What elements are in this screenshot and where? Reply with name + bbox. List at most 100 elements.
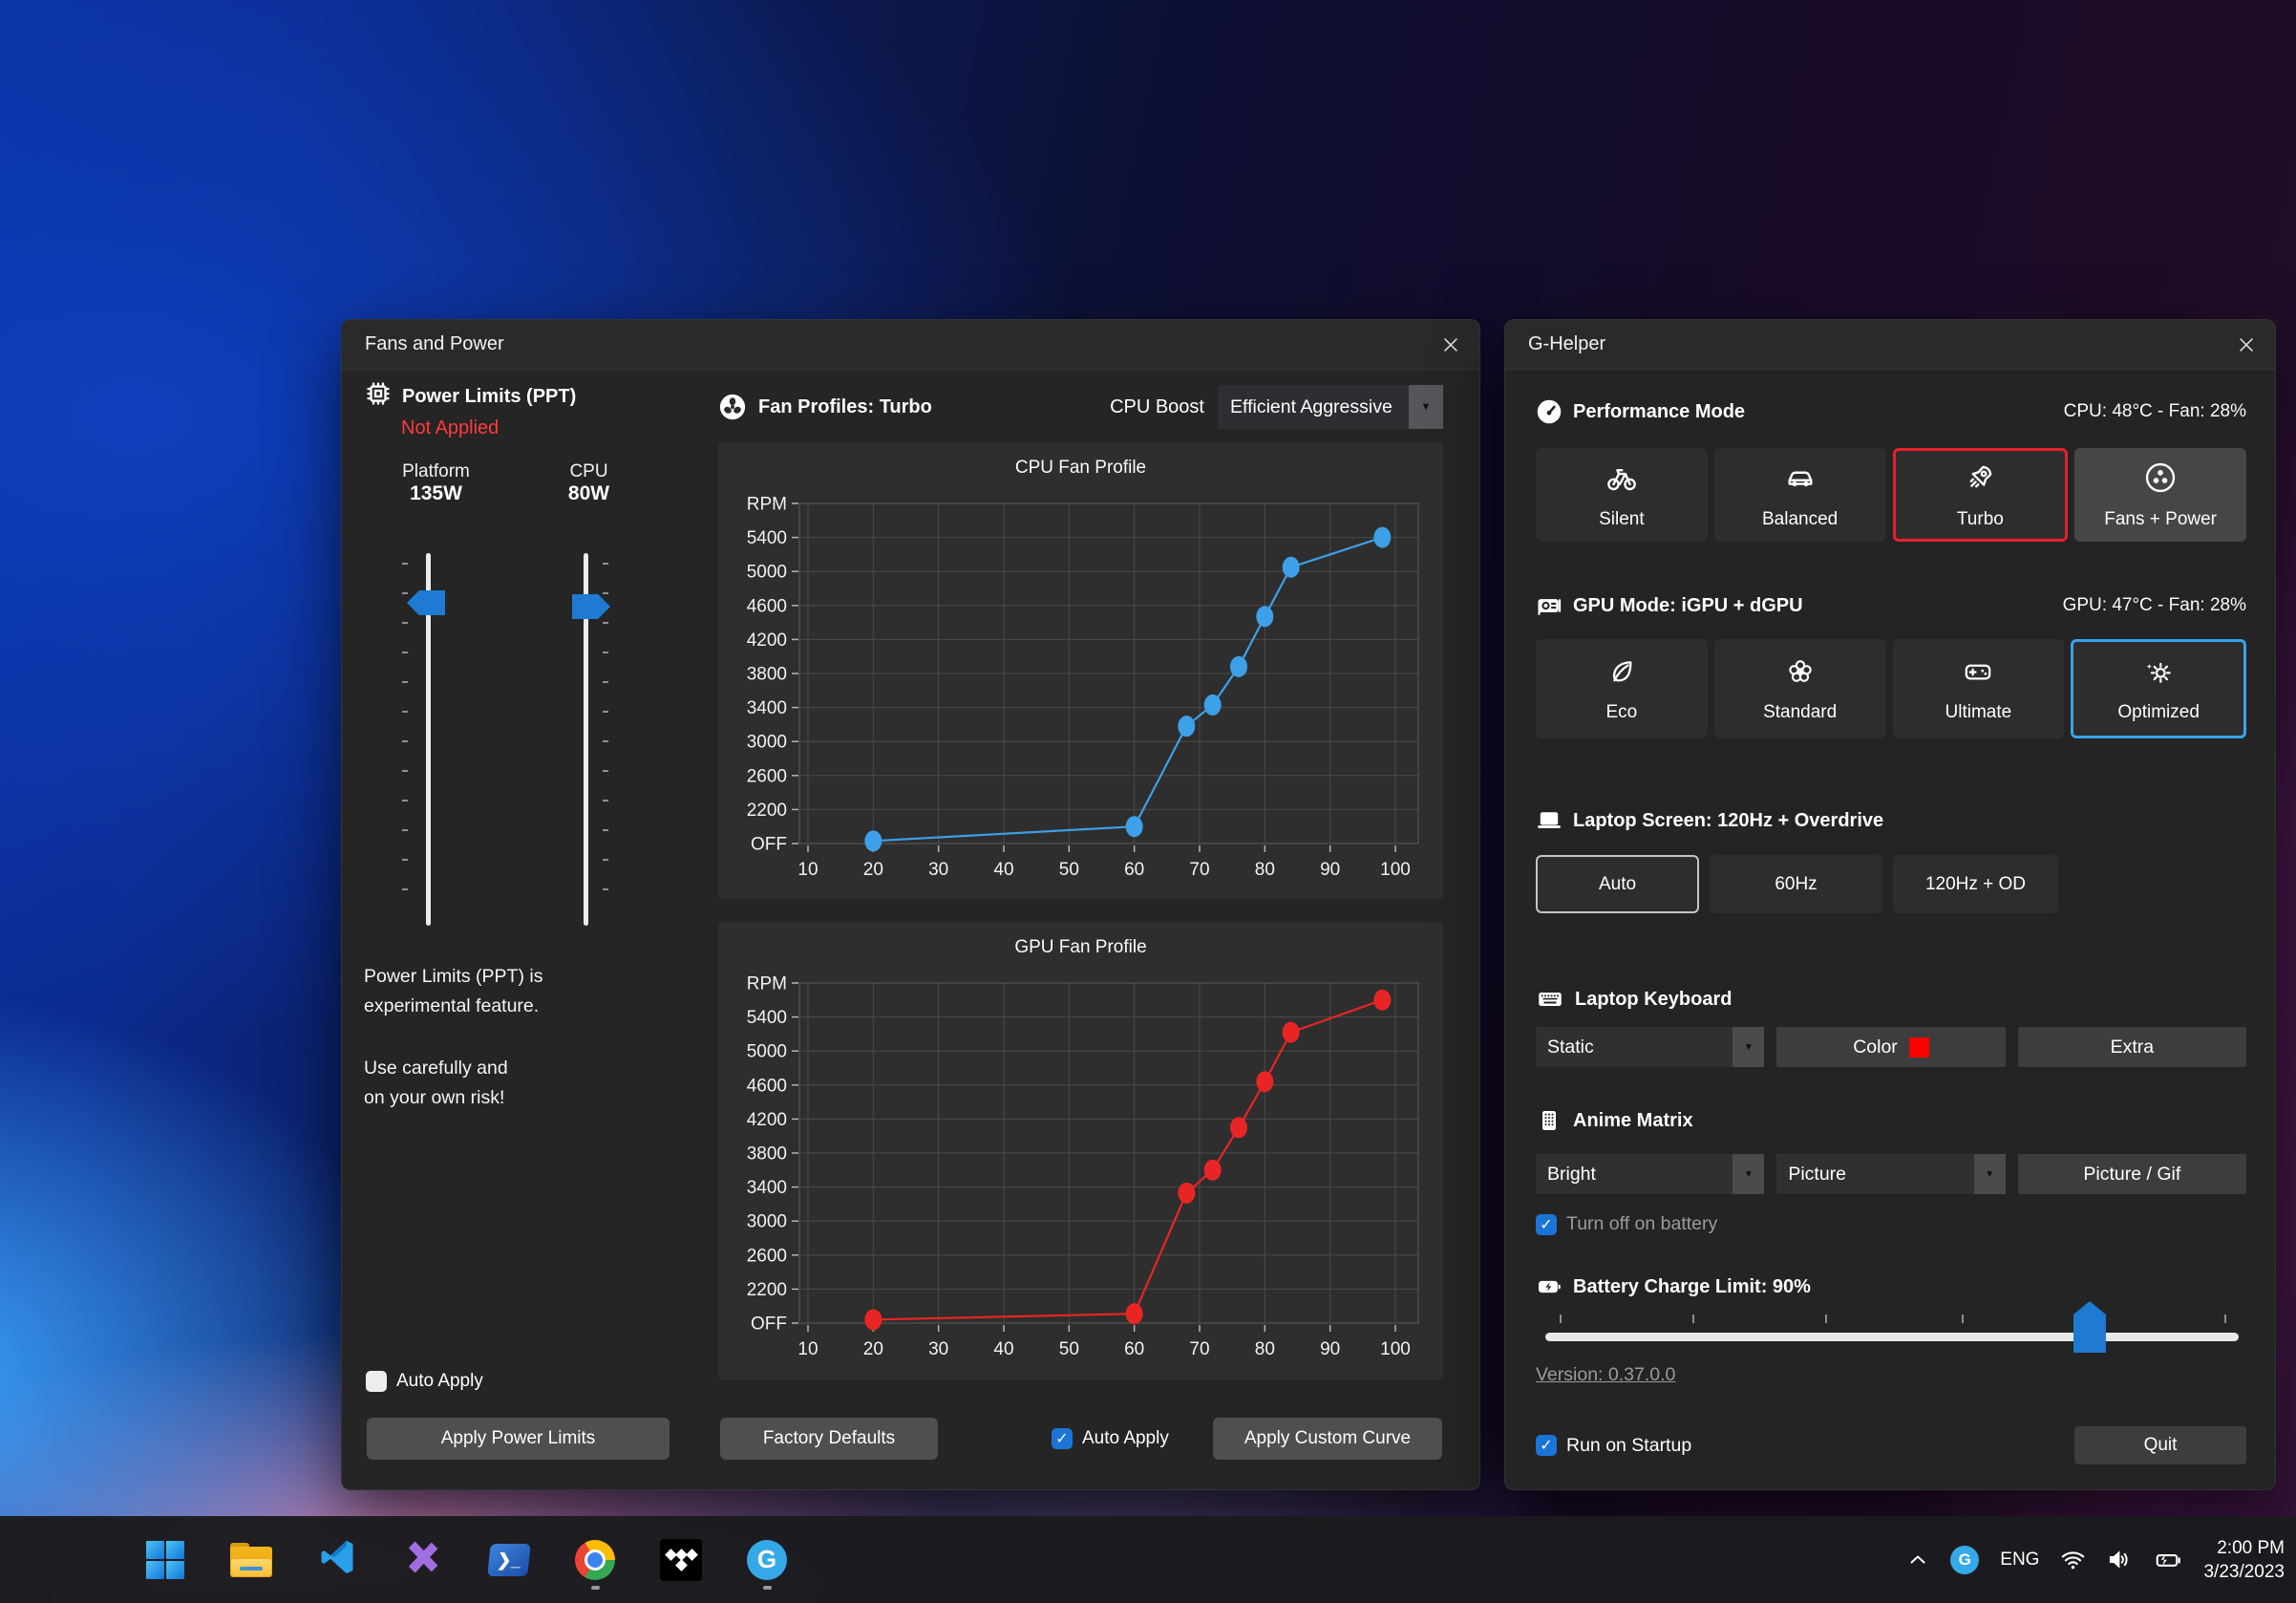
- svg-text:2600: 2600: [747, 1246, 787, 1266]
- svg-text:50: 50: [1059, 860, 1079, 880]
- fan-icon: [718, 393, 747, 421]
- battery-slider-track[interactable]: [1545, 1333, 2239, 1341]
- quit-button[interactable]: Quit: [2074, 1426, 2246, 1464]
- laptop-icon: [1536, 807, 1563, 834]
- vscode-button[interactable]: [316, 1532, 358, 1588]
- balanced-mode-button[interactable]: Balanced: [1714, 448, 1886, 542]
- anime-matrix-header: Anime Matrix: [1536, 1107, 2246, 1134]
- svg-text:4600: 4600: [747, 596, 787, 616]
- keyboard-mode-select[interactable]: Static ▼: [1536, 1027, 1764, 1067]
- run-on-startup-checkbox[interactable]: [1536, 1435, 1557, 1456]
- ultimate-mode-button[interactable]: Ultimate: [1893, 639, 2065, 738]
- platform-slider-ticks: [402, 563, 408, 918]
- battery-charging-icon[interactable]: [2154, 1546, 2182, 1574]
- fans-and-power-window: Fans and Power Power Limits (PPT) Not Ap…: [341, 319, 1480, 1490]
- keyboard-extra-button[interactable]: Extra: [2018, 1027, 2246, 1067]
- gpu-mode-title: GPU Mode: iGPU + dGPU: [1573, 595, 1803, 617]
- power-auto-apply-label: Auto Apply: [396, 1371, 483, 1392]
- close-icon[interactable]: [2227, 327, 2265, 363]
- optimized-mode-button[interactable]: Optimized: [2071, 639, 2246, 738]
- chrome-button[interactable]: [574, 1532, 616, 1588]
- svg-text:100: 100: [1380, 860, 1411, 880]
- volume-icon[interactable]: [2107, 1547, 2133, 1572]
- matrix-mode-select[interactable]: Picture ▼: [1776, 1154, 2005, 1194]
- start-button[interactable]: [144, 1532, 186, 1588]
- cpu-slider-ticks: [603, 563, 608, 918]
- chevron-down-icon[interactable]: ▼: [1733, 1154, 1764, 1194]
- power-limits-header: Power Limits (PPT): [364, 379, 576, 414]
- tidal-button[interactable]: [660, 1532, 702, 1588]
- ghelper-taskbar-button[interactable]: G: [746, 1532, 788, 1588]
- fans-power-button[interactable]: Fans + Power: [2074, 448, 2246, 542]
- svg-text:60: 60: [1124, 860, 1144, 880]
- chevron-down-icon[interactable]: ▼: [1409, 385, 1443, 429]
- slider-tick: [1962, 1314, 1964, 1323]
- svg-text:10: 10: [797, 1339, 818, 1359]
- turbo-mode-button[interactable]: Turbo: [1893, 448, 2069, 542]
- battery-charge-title: Battery Charge Limit: 90%: [1573, 1276, 1811, 1298]
- keyboard-color-button[interactable]: Color: [1776, 1027, 2005, 1067]
- gpu-fan-curve-chart[interactable]: OFF220026003000340038004200460050005400R…: [718, 922, 1443, 1379]
- svg-text:20: 20: [863, 860, 883, 880]
- screen-120hz-od-button[interactable]: 120Hz + OD: [1893, 855, 2058, 913]
- visual-studio-icon: [403, 1537, 443, 1582]
- chip-icon: [364, 379, 393, 414]
- standard-mode-button[interactable]: Standard: [1714, 639, 1886, 738]
- close-icon[interactable]: [1432, 327, 1470, 363]
- chevron-down-icon[interactable]: ▼: [1733, 1027, 1764, 1067]
- anime-matrix-title: Anime Matrix: [1573, 1110, 1693, 1132]
- fans-window-title: Fans and Power: [365, 333, 504, 355]
- version-link[interactable]: Version: 0.37.0.0: [1536, 1364, 1675, 1385]
- eco-mode-button[interactable]: Eco: [1536, 639, 1708, 738]
- ghelper-tray-icon[interactable]: G: [1950, 1546, 1979, 1574]
- turn-off-on-battery-checkbox[interactable]: [1536, 1214, 1557, 1235]
- laptop-keyboard-header: Laptop Keyboard: [1536, 985, 2246, 1014]
- screen-60hz-button[interactable]: 60Hz: [1710, 855, 1882, 913]
- matrix-brightness-value: Bright: [1536, 1164, 1733, 1186]
- battery-slider-thumb[interactable]: [2073, 1301, 2106, 1353]
- svg-text:4200: 4200: [747, 631, 787, 651]
- svg-text:5000: 5000: [747, 563, 787, 583]
- vscode-icon: [317, 1537, 357, 1582]
- svg-text:2200: 2200: [747, 801, 787, 821]
- platform-slider-thumb[interactable]: [407, 590, 445, 615]
- factory-defaults-button[interactable]: Factory Defaults: [720, 1418, 938, 1460]
- language-indicator[interactable]: ENG: [2000, 1550, 2039, 1571]
- cpu-value: 80W: [539, 482, 639, 505]
- tray-time: 2:00 PM: [2203, 1536, 2285, 1560]
- apply-power-limits-button[interactable]: Apply Power Limits: [367, 1418, 670, 1460]
- performance-mode-title: Performance Mode: [1573, 401, 1745, 423]
- svg-text:2200: 2200: [747, 1280, 787, 1300]
- file-explorer-button[interactable]: [230, 1532, 272, 1588]
- chevron-up-icon[interactable]: [1906, 1549, 1929, 1571]
- fans-window-titlebar[interactable]: Fans and Power: [342, 320, 1479, 370]
- matrix-brightness-select[interactable]: Bright ▼: [1536, 1154, 1764, 1194]
- cpu-boost-label: CPU Boost: [1110, 396, 1204, 418]
- visual-studio-button[interactable]: [402, 1532, 444, 1588]
- cpu-boost-select[interactable]: Efficient Aggressive ▼: [1218, 385, 1443, 429]
- clock[interactable]: 2:00 PM 3/23/2023: [2203, 1536, 2285, 1584]
- silent-mode-button[interactable]: Silent: [1536, 448, 1708, 542]
- ghelper-titlebar[interactable]: G-Helper: [1505, 320, 2275, 370]
- gpu-card-icon: [1536, 592, 1563, 619]
- screen-auto-button[interactable]: Auto: [1536, 855, 1699, 913]
- cpu-fan-curve-chart[interactable]: OFF220026003000340038004200460050005400R…: [718, 442, 1443, 899]
- fan-icon: [2143, 460, 2178, 501]
- chevron-down-icon[interactable]: ▼: [1974, 1154, 2006, 1194]
- apply-custom-curve-button[interactable]: Apply Custom Curve: [1213, 1418, 1442, 1460]
- running-indicator: [591, 1586, 600, 1590]
- svg-text:OFF: OFF: [751, 835, 787, 855]
- svg-text:4200: 4200: [747, 1110, 787, 1130]
- chrome-icon: [575, 1540, 615, 1580]
- cpu-slider-label: CPU 80W: [539, 461, 639, 505]
- powershell-button[interactable]: ❯_: [488, 1532, 530, 1588]
- svg-text:OFF: OFF: [751, 1314, 787, 1335]
- curve-auto-apply-checkbox[interactable]: [1052, 1428, 1073, 1449]
- wifi-icon[interactable]: [2060, 1547, 2086, 1572]
- laptop-screen-title: Laptop Screen: 120Hz + Overdrive: [1573, 810, 1883, 832]
- matrix-picture-gif-button[interactable]: Picture / Gif: [2018, 1154, 2246, 1194]
- fan-profiles-header-row: Fan Profiles: Turbo CPU Boost Efficient …: [718, 385, 1443, 429]
- power-auto-apply-checkbox[interactable]: [366, 1371, 387, 1392]
- power-limits-title: Power Limits (PPT): [402, 386, 576, 408]
- battery-bolt-icon: [1536, 1273, 1563, 1300]
